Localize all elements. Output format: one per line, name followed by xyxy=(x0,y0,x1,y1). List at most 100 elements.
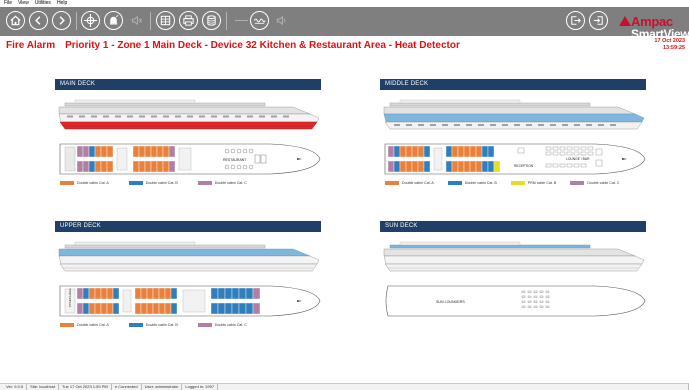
back-button[interactable] xyxy=(29,11,48,30)
status-logged: Logged in: 1997 xyxy=(182,384,219,390)
legend-label: Double cabin Cat. C xyxy=(214,323,247,327)
legend-item: Double cabin Cat. C xyxy=(570,181,619,185)
sound-icon xyxy=(276,15,286,26)
mute-icon xyxy=(131,15,142,26)
deck-plan-upper[interactable]: FITNESS AREA xyxy=(55,284,321,318)
wave-icon xyxy=(253,18,266,24)
status-user: User: administrator xyxy=(142,384,183,390)
back-icon xyxy=(35,16,41,25)
ship-profile-middle xyxy=(380,98,646,138)
legend-main: Double cabin Cat. A Double cabin Cat. B … xyxy=(55,181,321,185)
status-version: Ver: 9.0.5 xyxy=(3,384,28,390)
legend-swatch xyxy=(197,181,212,185)
wave-button[interactable] xyxy=(250,11,269,30)
grid-button[interactable] xyxy=(156,11,175,30)
toolbar-divider xyxy=(150,12,151,30)
lounge-bar-label: LOUNGE / BAR xyxy=(566,157,590,161)
legend-swatch xyxy=(570,181,585,185)
status-bar: Ver: 9.0.5 Site: localhost Tue 17 Oct 20… xyxy=(0,383,689,390)
reception-label: RECEPTION xyxy=(514,164,534,168)
deck-plan-main[interactable]: RESTAURANT xyxy=(55,142,321,176)
database-icon xyxy=(207,15,216,26)
smartview-window: File View Utilities Help Ampac SmartView… xyxy=(0,0,689,390)
legend-swatch xyxy=(60,181,74,185)
deck-sun-title: SUN DECK xyxy=(380,221,646,232)
locate-button[interactable] xyxy=(81,11,100,30)
restaurant-label: RESTAURANT xyxy=(223,158,247,162)
forward-button[interactable] xyxy=(52,11,71,30)
ship-profile-upper xyxy=(55,240,321,280)
ampac-logo: Ampac SmartView xyxy=(619,14,689,41)
home-button[interactable] xyxy=(6,11,25,30)
status-spacer xyxy=(218,384,689,390)
status-connection-label: Connected xyxy=(118,384,138,389)
legend-item: Double cabin Cat. A xyxy=(60,323,109,327)
menu-bar: File View Utilities Help xyxy=(0,0,689,7)
legend-label: Double cabin Cat. B xyxy=(464,181,497,185)
legend-label: PRM cabin Cat. B xyxy=(527,181,557,185)
legend-swatch xyxy=(128,181,143,185)
ampac-logo-mark xyxy=(619,16,631,26)
menu-file[interactable]: File xyxy=(4,0,12,7)
toolbar: Ampac SmartView xyxy=(0,7,689,41)
deck-main[interactable]: MAIN DECK RESTAURANT Double cabin Cat. A… xyxy=(55,79,321,185)
alarm-date: 17 Oct 2023 xyxy=(654,38,685,44)
legend-item: Double cabin Cat. A xyxy=(385,181,434,185)
alarm-datetime: 17 Oct 2023 13:59:25 xyxy=(654,38,685,52)
menu-utilities[interactable]: Utilities xyxy=(35,0,51,7)
legend-item: Double cabin Cat. A xyxy=(60,181,109,185)
mute-button[interactable] xyxy=(127,11,146,30)
alarm-button[interactable] xyxy=(104,11,123,30)
deck-middle-title: MIDDLE DECK xyxy=(380,79,646,90)
status-site: Site: localhost xyxy=(27,384,60,390)
deck-plan-middle[interactable]: LOUNGE / BAR RECEPTION xyxy=(380,142,646,176)
legend-item: Double cabin Cat. C xyxy=(197,323,247,327)
legend-swatch xyxy=(385,181,399,185)
legend-swatch xyxy=(197,323,212,327)
alarm-time: 13:59:25 xyxy=(662,45,685,51)
line-button[interactable] xyxy=(232,11,251,30)
legend-swatch xyxy=(510,181,525,185)
legend-item: Double cabin Cat. B xyxy=(128,323,178,327)
legend-middle: Double cabin Cat. A Double cabin Cat. B … xyxy=(380,181,646,185)
login-icon xyxy=(593,16,603,25)
legend-item: Double cabin Cat. B xyxy=(447,181,497,185)
grid-icon xyxy=(160,15,171,26)
legend-item: Double cabin Cat. B xyxy=(128,181,178,185)
alarm-type: Fire Alarm xyxy=(6,40,56,51)
alarm-banner[interactable]: Fire Alarm Priority 1 - Zone 1 Main Deck … xyxy=(6,40,460,51)
status-connection: ● Connected xyxy=(112,384,142,390)
alarm-message: Priority 1 - Zone 1 Main Deck - Device 3… xyxy=(65,40,460,51)
legend-label: Double cabin Cat. C xyxy=(587,181,620,185)
home-icon xyxy=(10,15,21,26)
legend-item: PRM cabin Cat. B xyxy=(510,181,557,185)
menu-help[interactable]: Help xyxy=(57,0,67,7)
legend-upper: Double cabin Cat. A Double cabin Cat. B … xyxy=(55,323,321,327)
deck-upper-title: UPPER DECK xyxy=(55,221,321,232)
logout-button[interactable] xyxy=(566,11,585,30)
deck-upper[interactable]: UPPER DECK FITNESS AREA Double cabin Cat… xyxy=(55,221,321,327)
legend-label: Double cabin Cat. B xyxy=(145,323,178,327)
deck-middle[interactable]: MIDDLE DECK LOUNGE / BAR RECEPTION Doubl… xyxy=(380,79,646,185)
legend-label: Double cabin Cat. A xyxy=(402,181,434,185)
fitness-area-label: FITNESS AREA xyxy=(68,288,72,307)
database-button[interactable] xyxy=(202,11,221,30)
legend-swatch xyxy=(60,323,74,327)
status-timestamp: Tue 17 Oct 2023 1:59 PM xyxy=(59,384,112,390)
ship-profile-sun xyxy=(380,240,646,280)
sound-button[interactable] xyxy=(272,11,291,30)
printer-icon xyxy=(183,15,194,26)
alarm-icon xyxy=(109,15,119,25)
print-button[interactable] xyxy=(179,11,198,30)
deck-sun[interactable]: SUN DECK SUN LOUNGERS xyxy=(380,221,646,318)
login-button[interactable] xyxy=(589,11,608,30)
toolbar-divider xyxy=(226,12,227,30)
deck-plan-sun[interactable]: SUN LOUNGERS xyxy=(380,284,646,318)
deck-main-title: MAIN DECK xyxy=(55,79,321,90)
menu-view[interactable]: View xyxy=(18,0,29,7)
ship-profile-main xyxy=(55,98,321,138)
legend-swatch xyxy=(128,323,143,327)
line-icon xyxy=(235,20,248,21)
legend-swatch xyxy=(447,181,462,185)
crosshair-icon xyxy=(84,14,97,27)
